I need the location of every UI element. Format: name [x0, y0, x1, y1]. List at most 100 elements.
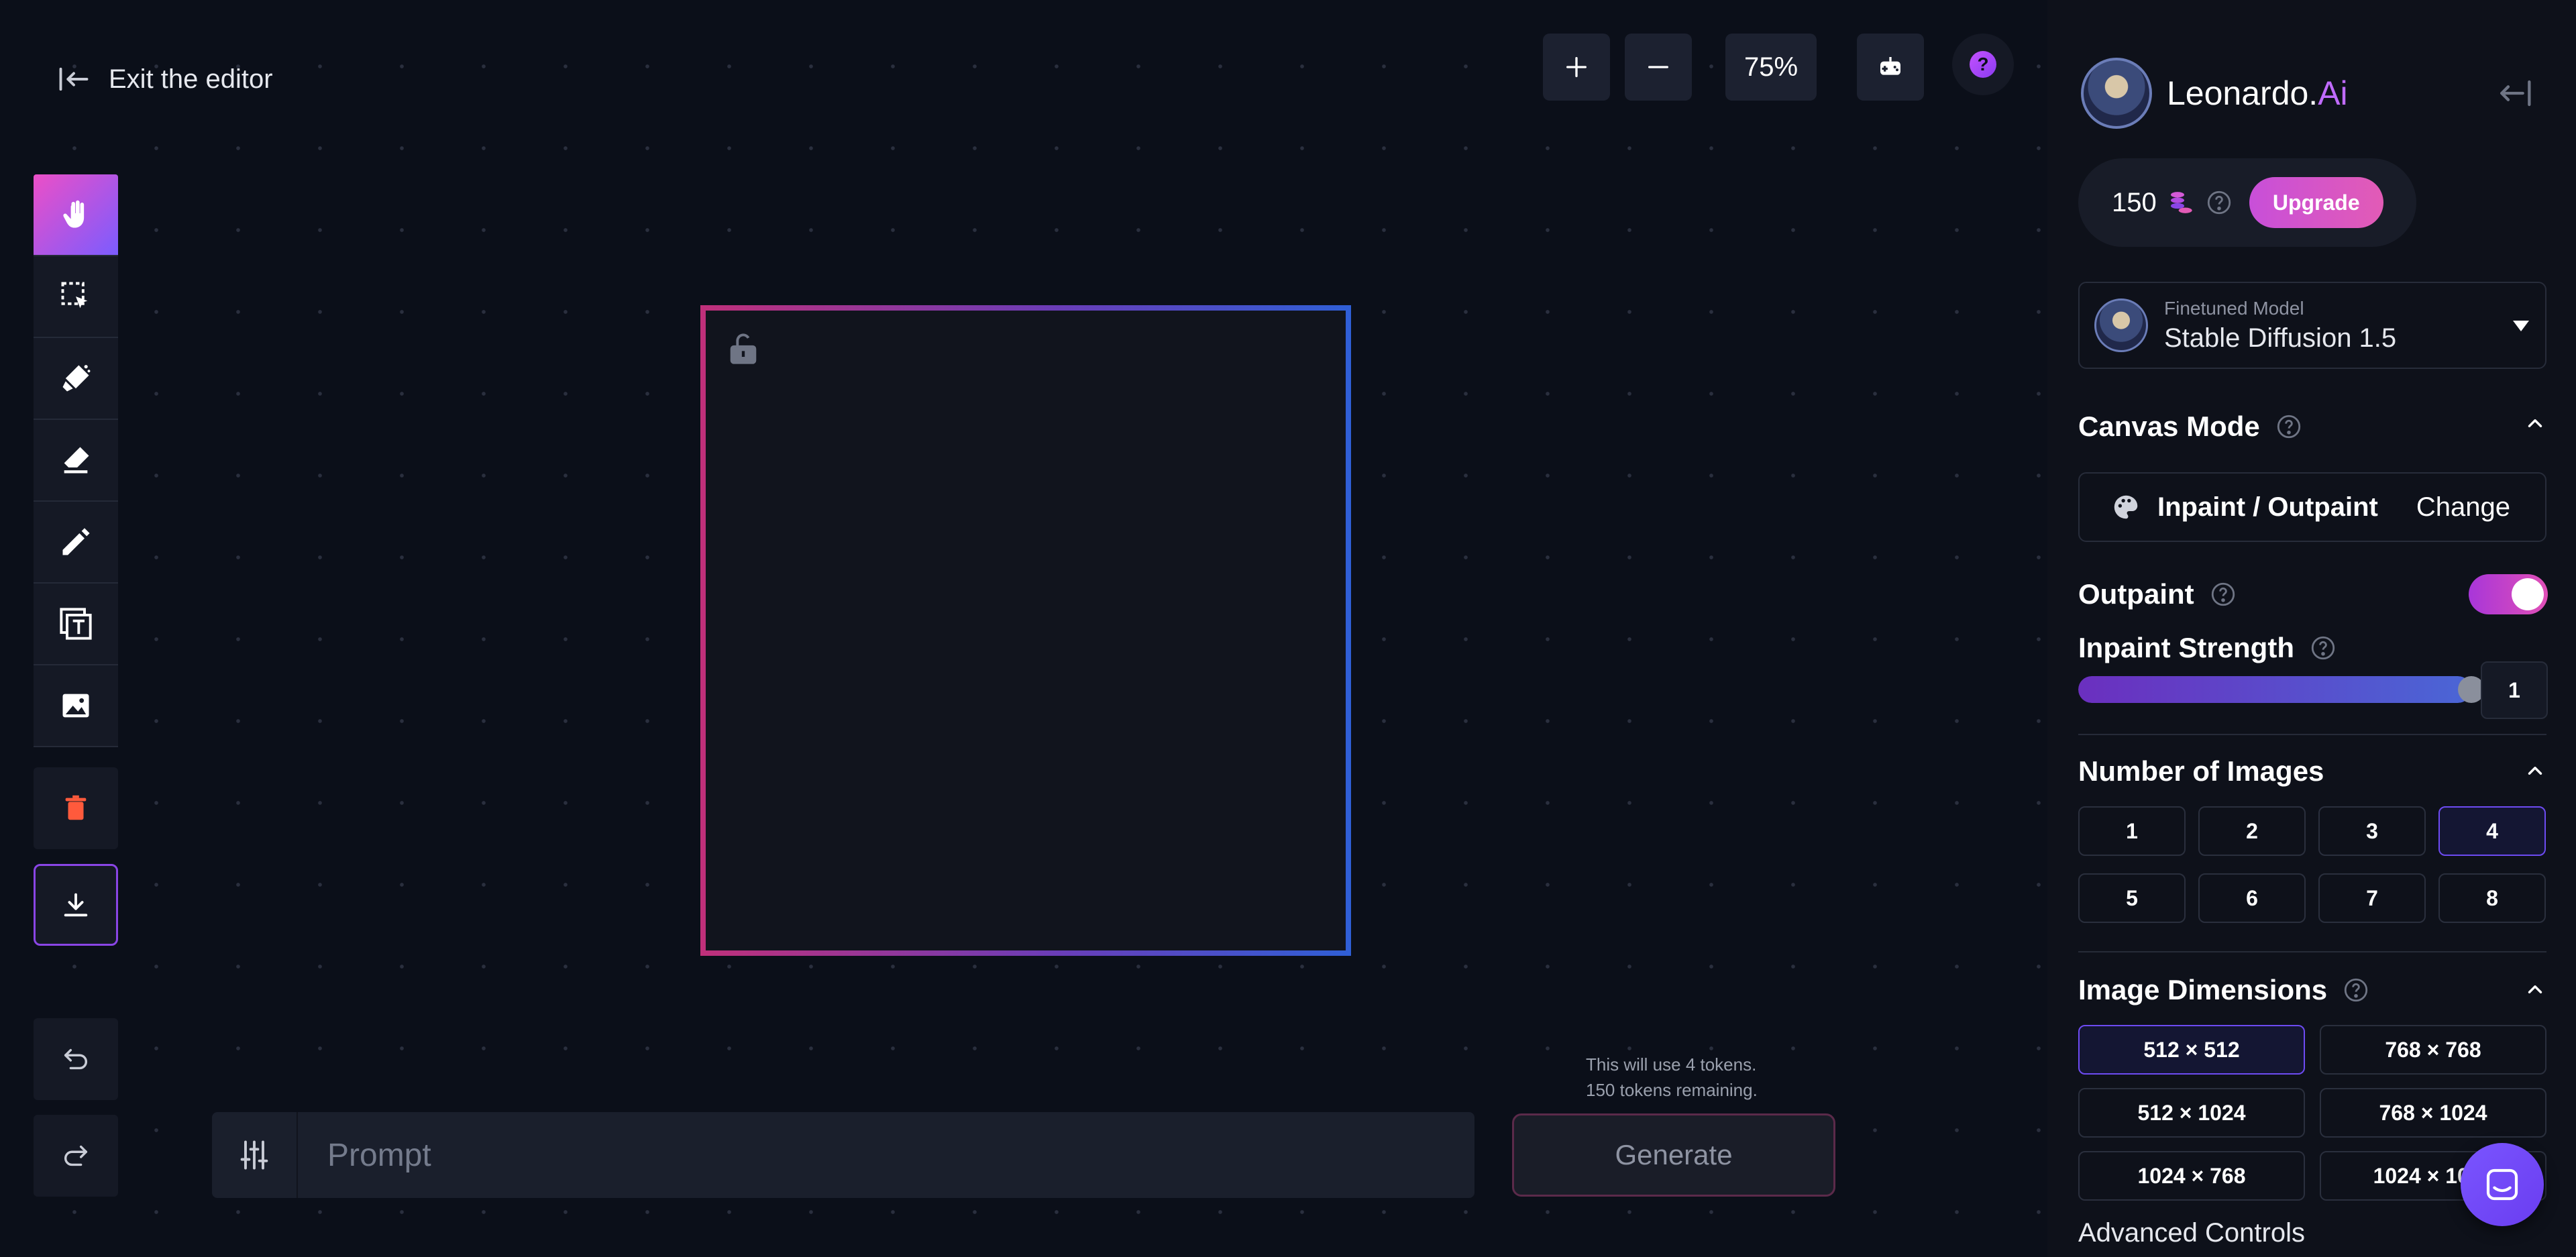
delete-button[interactable]	[34, 767, 118, 849]
inpaint-strength-row: Inpaint Strength	[2078, 632, 2337, 664]
dimension-option[interactable]: 1024 × 768	[2078, 1151, 2305, 1201]
gamepad-button[interactable]	[1857, 34, 1924, 101]
advanced-controls-toggle[interactable]: Advanced Controls	[2078, 1218, 2305, 1248]
download-icon	[64, 893, 88, 917]
model-avatar	[2094, 298, 2148, 352]
prompt-settings-button[interactable]	[212, 1112, 298, 1198]
zoom-level-value: 75%	[1743, 52, 1799, 82]
num-images-option[interactable]: 2	[2198, 806, 2306, 856]
inpaint-strength-slider[interactable]	[2078, 676, 2471, 703]
outpaint-toggle[interactable]	[2469, 574, 2548, 614]
num-images-title: Number of Images	[2078, 755, 2324, 787]
exit-editor-button[interactable]: Exit the editor	[56, 62, 273, 97]
credits-count: 150	[2112, 187, 2157, 217]
canvas-mode-selector[interactable]: Inpaint / Outpaint Change	[2078, 472, 2546, 542]
model-label: Finetuned Model	[2164, 297, 2304, 319]
chat-support-button[interactable]	[2461, 1143, 2544, 1226]
num-images-option[interactable]: 6	[2198, 873, 2306, 923]
generate-label: Generate	[1615, 1139, 1733, 1170]
canvas-area[interactable]: Exit the editor 75% ? Prompt This will u…	[0, 0, 2047, 1257]
unlock-icon[interactable]	[726, 331, 761, 366]
generate-button[interactable]: Generate	[1512, 1113, 1835, 1197]
collapse-panel-icon[interactable]	[2497, 74, 2536, 113]
dimension-option[interactable]: 768 × 768	[2320, 1025, 2546, 1075]
prompt-input[interactable]	[298, 1112, 1474, 1198]
chevron-up-icon[interactable]	[2524, 412, 2546, 435]
download-button[interactable]	[34, 864, 118, 946]
draw-mask-icon	[62, 365, 91, 392]
eraser-icon	[64, 447, 89, 474]
gamepad-icon	[1880, 57, 1900, 75]
credits-box: 150 Upgrade	[2078, 158, 2416, 247]
exit-editor-label: Exit the editor	[109, 64, 273, 94]
undo-icon	[64, 1048, 88, 1070]
slider-fill	[2078, 676, 2471, 703]
divider	[2078, 734, 2546, 735]
num-images-option[interactable]: 3	[2318, 806, 2426, 856]
credits-help-icon[interactable]	[2205, 188, 2233, 217]
arrow-left-icon	[59, 67, 89, 91]
pencil-icon	[62, 528, 90, 555]
inpaint-strength-value[interactable]: 1	[2481, 661, 2548, 719]
token-remaining-text: 150 tokens remaining.	[1586, 1080, 1758, 1100]
chevron-up-icon[interactable]	[2524, 759, 2546, 782]
canvas-mode-help-icon[interactable]	[2275, 413, 2303, 441]
divider	[2078, 951, 2546, 952]
num-images-option[interactable]: 7	[2318, 873, 2426, 923]
image-dimensions-help-icon[interactable]	[2342, 976, 2370, 1004]
select-tool[interactable]	[34, 256, 118, 338]
model-value: Stable Diffusion 1.5	[2164, 323, 2397, 353]
help-button[interactable]: ?	[1952, 34, 2014, 95]
image-icon	[62, 694, 89, 718]
select-icon	[61, 282, 88, 309]
tool-palette	[34, 174, 118, 747]
redo-button[interactable]	[34, 1115, 118, 1197]
brand-name-suffix: Ai	[2318, 74, 2348, 112]
inpaint-strength-label: Inpaint Strength	[2078, 632, 2294, 663]
chat-icon	[2486, 1168, 2518, 1201]
num-images-option[interactable]: 1	[2078, 806, 2186, 856]
caret-down-icon	[2513, 321, 2529, 331]
image-dimensions-title: Image Dimensions	[2078, 974, 2370, 1006]
pan-tool[interactable]	[34, 174, 118, 256]
zoom-out-button[interactable]	[1625, 34, 1692, 101]
zoom-in-button[interactable]	[1543, 34, 1610, 101]
inpaint-strength-help-icon[interactable]	[2309, 634, 2337, 662]
canvas-mode-heading: Canvas Mode	[2078, 411, 2260, 442]
dimension-option-selected[interactable]: 512 × 512	[2078, 1025, 2305, 1075]
inpaint-strength-number: 1	[2508, 677, 2520, 702]
token-info: This will use 4 tokens. 150 tokens remai…	[1586, 1052, 1758, 1103]
canvas-frame[interactable]	[700, 305, 1351, 956]
num-images-grid: 1 2 3 4 5 6 7 8	[2078, 806, 2546, 923]
settings-panel: Leonardo.Ai 150 Upgrade Finetuned Model …	[2047, 0, 2576, 1257]
sliders-icon	[240, 1140, 268, 1170]
eraser-tool[interactable]	[34, 420, 118, 502]
num-images-option[interactable]: 5	[2078, 873, 2186, 923]
outpaint-help-icon[interactable]	[2209, 580, 2237, 608]
image-tool[interactable]	[34, 665, 118, 747]
toggle-knob	[2512, 578, 2544, 610]
dimension-option[interactable]: 768 × 1024	[2320, 1088, 2546, 1138]
brand-name: Leonardo.Ai	[2167, 74, 2348, 113]
change-mode-button[interactable]: Change	[2416, 492, 2510, 523]
pencil-tool[interactable]	[34, 502, 118, 584]
text-tool[interactable]	[34, 584, 118, 665]
user-avatar[interactable]	[2081, 58, 2152, 129]
undo-button[interactable]	[34, 1018, 118, 1100]
minus-icon	[1648, 66, 1668, 68]
redo-icon	[64, 1145, 88, 1166]
outpaint-row: Outpaint	[2078, 578, 2237, 610]
num-images-option[interactable]: 8	[2438, 873, 2546, 923]
dimension-option[interactable]: 512 × 1024	[2078, 1088, 2305, 1138]
upgrade-button[interactable]: Upgrade	[2249, 177, 2383, 228]
mask-tool[interactable]	[34, 338, 118, 420]
trash-icon	[65, 795, 87, 820]
chevron-up-icon[interactable]	[2524, 978, 2546, 1001]
model-select[interactable]: Finetuned Model Stable Diffusion 1.5	[2078, 282, 2546, 369]
canvas-mode-title: Canvas Mode	[2078, 411, 2303, 443]
palette-icon	[2114, 495, 2138, 519]
canvas-mode-value: Inpaint / Outpaint	[2157, 492, 2378, 522]
outpaint-label: Outpaint	[2078, 578, 2194, 610]
zoom-level[interactable]: 75%	[1725, 34, 1817, 101]
num-images-option-selected[interactable]: 4	[2438, 806, 2546, 856]
